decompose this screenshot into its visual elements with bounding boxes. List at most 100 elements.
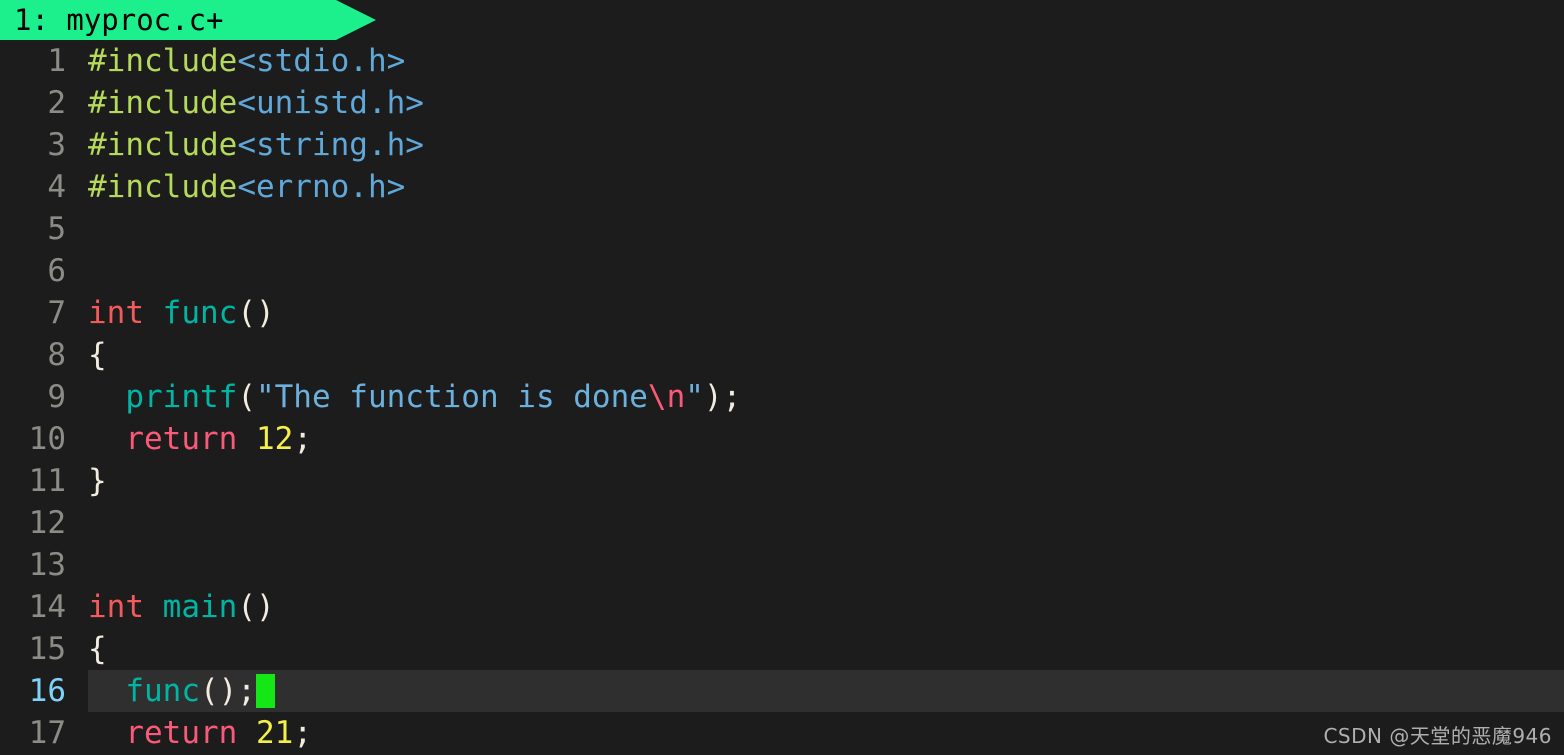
code-line[interactable]: 5 — [0, 208, 1564, 250]
tab-bar: 1: myproc.c+ — [0, 0, 1564, 40]
token-punc: ; — [293, 421, 312, 457]
token-punc: } — [88, 463, 107, 499]
line-number: 7 — [47, 295, 66, 331]
token-num: 21 — [255, 715, 294, 751]
token-pp: #include — [88, 43, 238, 79]
token-punc: () — [237, 295, 275, 331]
tab-myproc-c[interactable]: 1: myproc.c+ — [0, 0, 376, 40]
code-line[interactable]: 6 — [0, 250, 1564, 292]
code-line[interactable]: 16 func(); — [0, 670, 1564, 712]
token-punc: { — [88, 337, 107, 373]
line-content-row[interactable] — [88, 208, 1564, 250]
line-number: 15 — [28, 631, 66, 667]
line-content-row[interactable]: #include<stdio.h> — [88, 40, 1564, 82]
line-text: #include<errno.h> — [88, 166, 405, 208]
code-line[interactable]: 4 #include<errno.h> — [0, 166, 1564, 208]
line-content-row[interactable]: { — [88, 334, 1564, 376]
watermark: CSDN @天堂的恶魔946 — [1323, 724, 1552, 748]
token-func: func — [162, 295, 238, 331]
line-text: return 12; — [88, 418, 312, 460]
line-content-row[interactable]: #include<errno.h> — [88, 166, 1564, 208]
line-content-row[interactable]: { — [88, 628, 1564, 670]
code-line[interactable]: 1 #include<stdio.h> — [0, 40, 1564, 82]
line-text: return 21; — [88, 712, 312, 754]
line-number: 13 — [28, 547, 66, 583]
code-line[interactable]: 14 int main() — [0, 586, 1564, 628]
line-content-row[interactable]: int main() — [88, 586, 1564, 628]
code-lines-container[interactable]: 1 #include<stdio.h> 2 #include<unistd.h> 3 #i… — [0, 40, 1564, 755]
line-content-row[interactable]: func(); — [88, 670, 1564, 712]
token-num: 12 — [255, 421, 294, 457]
token-punc: ; — [293, 715, 312, 751]
line-number: 12 — [28, 505, 66, 541]
token-pp: #include — [88, 127, 238, 163]
code-line[interactable]: 2 #include<unistd.h> — [0, 82, 1564, 124]
line-text: func(); — [88, 670, 275, 712]
line-text: { — [88, 628, 107, 670]
token-type: int — [88, 589, 144, 625]
token-punc: (); — [199, 673, 256, 709]
token-pp: #include — [88, 85, 238, 121]
line-number: 9 — [47, 379, 66, 415]
line-number: 14 — [28, 589, 66, 625]
token-func: printf — [125, 379, 238, 415]
token-pp: #include — [88, 169, 238, 205]
line-content-row[interactable] — [88, 544, 1564, 586]
line-number: 4 — [47, 169, 66, 205]
line-content-row[interactable]: int func() — [88, 292, 1564, 334]
line-text: #include<stdio.h> — [88, 40, 405, 82]
line-content-row[interactable]: #include<string.h> — [88, 124, 1564, 166]
code-line[interactable]: 12 — [0, 502, 1564, 544]
tab-label: 1: myproc.c+ — [14, 3, 224, 37]
line-content-row[interactable] — [88, 502, 1564, 544]
token-header: <errno.h> — [237, 169, 406, 205]
code-line[interactable]: 11} — [0, 460, 1564, 502]
token-string: "The function is done — [255, 379, 648, 415]
code-line[interactable]: 8{ — [0, 334, 1564, 376]
line-content-row[interactable]: } — [88, 460, 1564, 502]
code-line[interactable]: 3 #include<string.h> — [0, 124, 1564, 166]
line-number: 11 — [28, 463, 66, 499]
line-number: 17 — [28, 715, 66, 751]
line-number: 16 — [28, 673, 66, 709]
line-text: printf("The function is done\n"); — [88, 376, 741, 418]
token-func: main — [162, 589, 238, 625]
line-text: } — [88, 460, 107, 502]
line-content-row[interactable]: printf("The function is done\n"); — [88, 376, 1564, 418]
code-line[interactable]: 13 — [0, 544, 1564, 586]
code-line[interactable]: 9 printf("The function is done\n"); — [0, 376, 1564, 418]
line-content-row[interactable]: return 12; — [88, 418, 1564, 460]
token-header: <unistd.h> — [237, 85, 424, 121]
line-number: 8 — [47, 337, 66, 373]
line-text: #include<string.h> — [88, 124, 424, 166]
line-content-row[interactable] — [88, 250, 1564, 292]
token-header: <string.h> — [237, 127, 424, 163]
code-line[interactable]: 7 int func() — [0, 292, 1564, 334]
code-line[interactable]: 10 return 12; — [0, 418, 1564, 460]
line-content-row[interactable]: #include<unistd.h> — [88, 82, 1564, 124]
line-text: int func() — [88, 292, 275, 334]
line-number: 2 — [47, 85, 66, 121]
line-text: #include<unistd.h> — [88, 82, 424, 124]
token-punc: () — [237, 589, 275, 625]
token-type: int — [88, 295, 144, 331]
text-cursor — [255, 674, 275, 708]
token-punc: ); — [703, 379, 742, 415]
line-text: int main() — [88, 586, 275, 628]
token-kw: return — [125, 421, 238, 457]
token-header: <stdio.h> — [237, 43, 406, 79]
token-kw: return — [125, 715, 238, 751]
token-punc: { — [88, 631, 107, 667]
line-number: 6 — [47, 253, 66, 289]
line-number: 1 — [47, 43, 66, 79]
token-string: " — [685, 379, 704, 415]
code-line[interactable]: 15 { — [0, 628, 1564, 670]
line-number: 5 — [47, 211, 66, 247]
